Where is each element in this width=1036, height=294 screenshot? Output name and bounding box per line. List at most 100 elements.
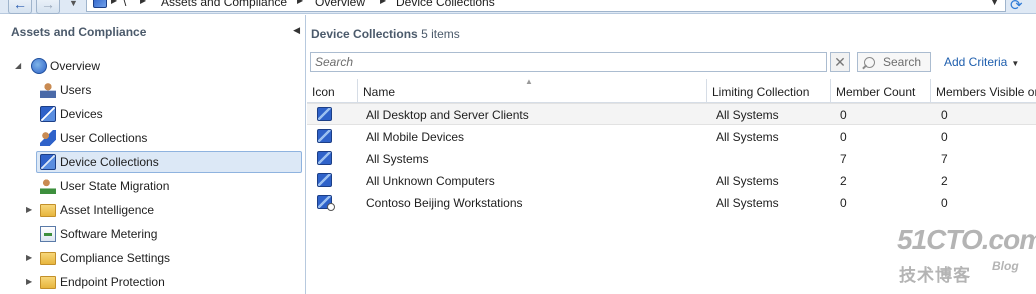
arrow-right-icon: → xyxy=(41,0,55,12)
cell-member-count: 7 xyxy=(840,152,847,166)
breadcrumb[interactable]: ▶ \ ▶ Assets and Compliance ▶ Overview ▶… xyxy=(86,0,1006,12)
user-collection-icon xyxy=(40,130,56,146)
console-icon xyxy=(93,0,107,8)
tree-item-device-collections[interactable]: Device Collections xyxy=(36,151,302,173)
cell-limiting-collection: All Systems xyxy=(716,174,779,188)
tree-item-label: Compliance Settings xyxy=(60,251,171,265)
table-row[interactable]: All Desktop and Server Clients All Syste… xyxy=(307,103,1036,125)
tree-item-label: Device Collections xyxy=(60,155,159,169)
table-row[interactable]: All Systems 7 7 xyxy=(307,148,1036,170)
search-input[interactable] xyxy=(310,52,827,72)
back-button[interactable]: ← xyxy=(8,0,32,14)
navigation-pane: Assets and Compliance ◀ ◢ Overview Users… xyxy=(0,15,306,294)
search-button-label: Search xyxy=(883,55,922,69)
user-icon xyxy=(40,82,56,98)
tree-item-label: Devices xyxy=(60,107,103,121)
content-title: Device Collections xyxy=(311,27,418,41)
refresh-icon[interactable]: ⟳ xyxy=(1010,0,1023,14)
device-collection-icon xyxy=(317,151,332,165)
cell-limiting-collection: All Systems xyxy=(716,196,779,210)
query-collection-icon xyxy=(317,195,335,211)
tree-item-overview[interactable]: ◢ Overview xyxy=(0,56,306,78)
watermark-logo: 51CTO.com xyxy=(897,224,1036,255)
tree-item-label: User State Migration xyxy=(60,179,170,193)
cell-limiting-collection: All Systems xyxy=(716,108,779,122)
cell-member-count: 0 xyxy=(840,196,847,210)
migration-icon xyxy=(40,178,56,194)
search-icon xyxy=(864,56,875,68)
tree-item-label: Software Metering xyxy=(60,227,158,241)
nav-pane-header: Assets and Compliance ◀ xyxy=(0,25,306,47)
tree-item-software-metering[interactable]: Software Metering xyxy=(0,224,306,246)
chevron-right-icon: ▶ xyxy=(297,0,304,5)
collapsed-triangle-icon[interactable]: ▶ xyxy=(26,277,32,286)
table-row[interactable]: All Unknown Computers All Systems 2 2 xyxy=(307,170,1036,192)
cell-name: Contoso Beijing Workstations xyxy=(366,196,523,210)
watermark-blog: Blog xyxy=(992,259,1019,273)
collapse-pane-icon[interactable]: ◀ xyxy=(293,25,300,36)
tree-item-users[interactable]: Users xyxy=(0,80,306,102)
collapsed-triangle-icon[interactable]: ▶ xyxy=(26,205,32,214)
content-header: Device Collections 5 items xyxy=(311,27,460,41)
cell-members-visible: 0 xyxy=(941,196,948,210)
add-criteria-label: Add Criteria xyxy=(944,55,1008,69)
tree-item-label: Endpoint Protection xyxy=(60,275,165,289)
clear-search-button[interactable]: ✕ xyxy=(830,52,850,72)
watermark-subtitle: 技术博客 xyxy=(899,266,971,285)
chevron-right-icon: ▶ xyxy=(111,0,118,5)
device-collection-icon xyxy=(317,173,332,187)
tree-item-label: Overview xyxy=(50,59,101,73)
column-header-members-visible[interactable]: Members Visible on Site xyxy=(931,79,1036,103)
column-header-limiting-collection[interactable]: Limiting Collection xyxy=(707,79,831,103)
cell-members-visible: 0 xyxy=(941,108,948,122)
arrow-left-icon: ← xyxy=(13,0,27,12)
collapsed-triangle-icon[interactable]: ▶ xyxy=(26,253,32,262)
overview-icon xyxy=(31,58,47,74)
cell-member-count: 0 xyxy=(840,108,847,122)
tree-item-label: Users xyxy=(60,83,92,97)
device-collection-icon xyxy=(317,129,332,143)
tree-item-label: Asset Intelligence xyxy=(60,203,155,217)
table-row[interactable]: Contoso Beijing Workstations All Systems… xyxy=(307,192,1036,214)
expanded-triangle-icon[interactable]: ◢ xyxy=(15,61,21,70)
folder-icon xyxy=(40,252,56,265)
tree-item-user-collections[interactable]: User Collections xyxy=(0,128,306,150)
column-header-member-count[interactable]: Member Count xyxy=(831,79,931,103)
tree-item-user-state-migration[interactable]: User State Migration xyxy=(0,176,306,198)
device-icon xyxy=(40,106,56,122)
device-collection-icon xyxy=(40,154,56,170)
add-criteria-button[interactable]: Add Criteria ▼ xyxy=(944,55,1019,69)
tree-item-endpoint-protection[interactable]: ▶ Endpoint Protection xyxy=(0,272,306,294)
breadcrumb-device-collections[interactable]: Device Collections xyxy=(396,0,495,9)
cell-limiting-collection: All Systems xyxy=(716,130,779,144)
tree-item-devices[interactable]: Devices xyxy=(0,104,306,126)
path-dropdown-icon[interactable]: ▼ xyxy=(990,0,999,7)
cell-name: All Mobile Devices xyxy=(366,130,465,144)
column-header-name[interactable]: Name xyxy=(358,79,707,103)
cell-name: All Systems xyxy=(366,152,429,166)
chevron-right-icon: ▶ xyxy=(380,0,387,5)
cell-name: All Desktop and Server Clients xyxy=(366,108,529,122)
folder-icon xyxy=(40,204,56,217)
device-collection-icon xyxy=(317,107,332,121)
history-dropdown-icon[interactable]: ▼ xyxy=(69,0,78,8)
cell-members-visible: 7 xyxy=(941,152,948,166)
cell-members-visible: 2 xyxy=(941,174,948,188)
search-button[interactable]: Search xyxy=(857,52,931,72)
close-icon: ✕ xyxy=(834,53,846,70)
cell-member-count: 2 xyxy=(840,174,847,188)
tree-item-asset-intelligence[interactable]: ▶ Asset Intelligence xyxy=(0,200,306,222)
tree-item-compliance-settings[interactable]: ▶ Compliance Settings xyxy=(0,248,306,270)
chevron-right-icon: ▶ xyxy=(140,0,147,5)
cell-members-visible: 0 xyxy=(941,130,948,144)
item-count: 5 items xyxy=(421,27,460,41)
column-header-icon[interactable]: Icon xyxy=(307,79,358,103)
forward-button[interactable]: → xyxy=(36,0,60,14)
nav-pane-title: Assets and Compliance xyxy=(11,25,147,39)
breadcrumb-root[interactable]: \ xyxy=(123,0,126,9)
breadcrumb-overview[interactable]: Overview xyxy=(315,0,365,9)
cell-name: All Unknown Computers xyxy=(366,174,495,188)
chevron-down-icon: ▼ xyxy=(1011,59,1020,68)
table-row[interactable]: All Mobile Devices All Systems 0 0 xyxy=(307,126,1036,148)
breadcrumb-assets[interactable]: Assets and Compliance xyxy=(161,0,287,9)
